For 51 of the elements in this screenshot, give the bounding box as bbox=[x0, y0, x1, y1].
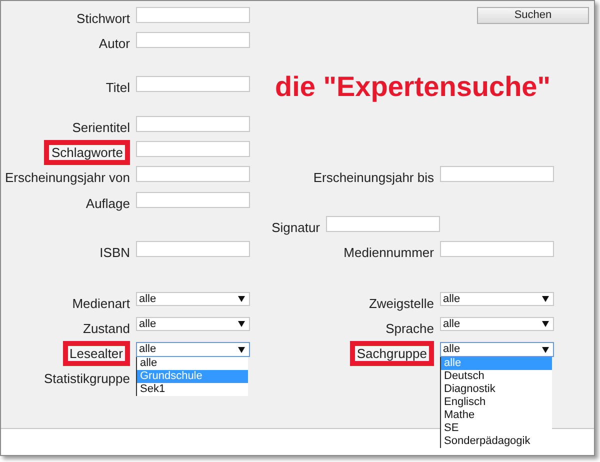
annotation-text: die "Expertensuche" bbox=[275, 73, 551, 101]
dropdown-option[interactable]: Mathe bbox=[441, 409, 552, 422]
text-field[interactable] bbox=[136, 32, 250, 48]
text-field[interactable] bbox=[136, 166, 250, 182]
dropdown[interactable]: alle bbox=[136, 292, 250, 306]
field-label: Serientitel bbox=[72, 120, 130, 135]
caret-icon bbox=[238, 296, 245, 302]
field-label: Erscheinungsjahr bis bbox=[313, 170, 434, 185]
caret-icon bbox=[542, 296, 549, 302]
field-label: Sprache bbox=[386, 321, 434, 336]
field-label: Zweigstelle bbox=[368, 296, 434, 311]
caret-icon bbox=[238, 321, 245, 327]
text-field[interactable] bbox=[136, 241, 250, 257]
caret-icon bbox=[542, 346, 549, 352]
dropdown-option[interactable]: SE bbox=[441, 422, 552, 435]
field-label: ISBN bbox=[100, 245, 130, 260]
text-field[interactable] bbox=[136, 7, 250, 23]
field-label: Autor bbox=[98, 36, 130, 51]
text-field[interactable] bbox=[440, 166, 554, 182]
dropdown[interactable]: alle bbox=[136, 342, 250, 357]
text-field[interactable] bbox=[440, 241, 554, 257]
text-field[interactable] bbox=[136, 192, 250, 208]
caret-icon bbox=[542, 321, 549, 327]
dropdown[interactable]: alle bbox=[440, 292, 554, 306]
text-field[interactable] bbox=[326, 216, 440, 232]
field-label: Statistikgruppe bbox=[44, 371, 130, 386]
dropdown-option[interactable]: Diagnostik bbox=[441, 383, 552, 396]
field-label: Schlagworte bbox=[44, 140, 130, 165]
field-label: Signatur bbox=[272, 220, 320, 235]
field-label: Sachgruppe bbox=[350, 341, 434, 366]
field-label: Stichwort bbox=[76, 11, 130, 26]
text-field[interactable] bbox=[136, 76, 250, 92]
dropdown-option[interactable]: Englisch bbox=[441, 396, 552, 409]
dropdown-option[interactable]: Sonderpädagogik bbox=[441, 435, 552, 448]
dropdown-option[interactable]: alle bbox=[137, 357, 248, 370]
caret-icon bbox=[238, 346, 245, 352]
dropdown[interactable]: alle bbox=[440, 317, 554, 331]
dropdown[interactable]: alle bbox=[136, 317, 250, 331]
field-label: Mediennummer bbox=[344, 245, 434, 260]
text-field[interactable] bbox=[136, 141, 250, 157]
search-button[interactable]: Suchen bbox=[477, 7, 589, 24]
field-label: Medienart bbox=[72, 296, 130, 311]
field-label: Lesealter bbox=[62, 341, 130, 366]
field-label: Erscheinungsjahr von bbox=[4, 170, 130, 185]
text-field[interactable] bbox=[136, 116, 250, 132]
dropdown-option[interactable]: Deutsch bbox=[441, 370, 552, 383]
field-label: Zustand bbox=[83, 321, 130, 336]
field-label: Auflage bbox=[86, 196, 130, 211]
dropdown-option[interactable]: Sek1 bbox=[137, 383, 248, 396]
field-label: Titel bbox=[106, 80, 130, 95]
dropdown[interactable]: alle bbox=[440, 342, 554, 357]
